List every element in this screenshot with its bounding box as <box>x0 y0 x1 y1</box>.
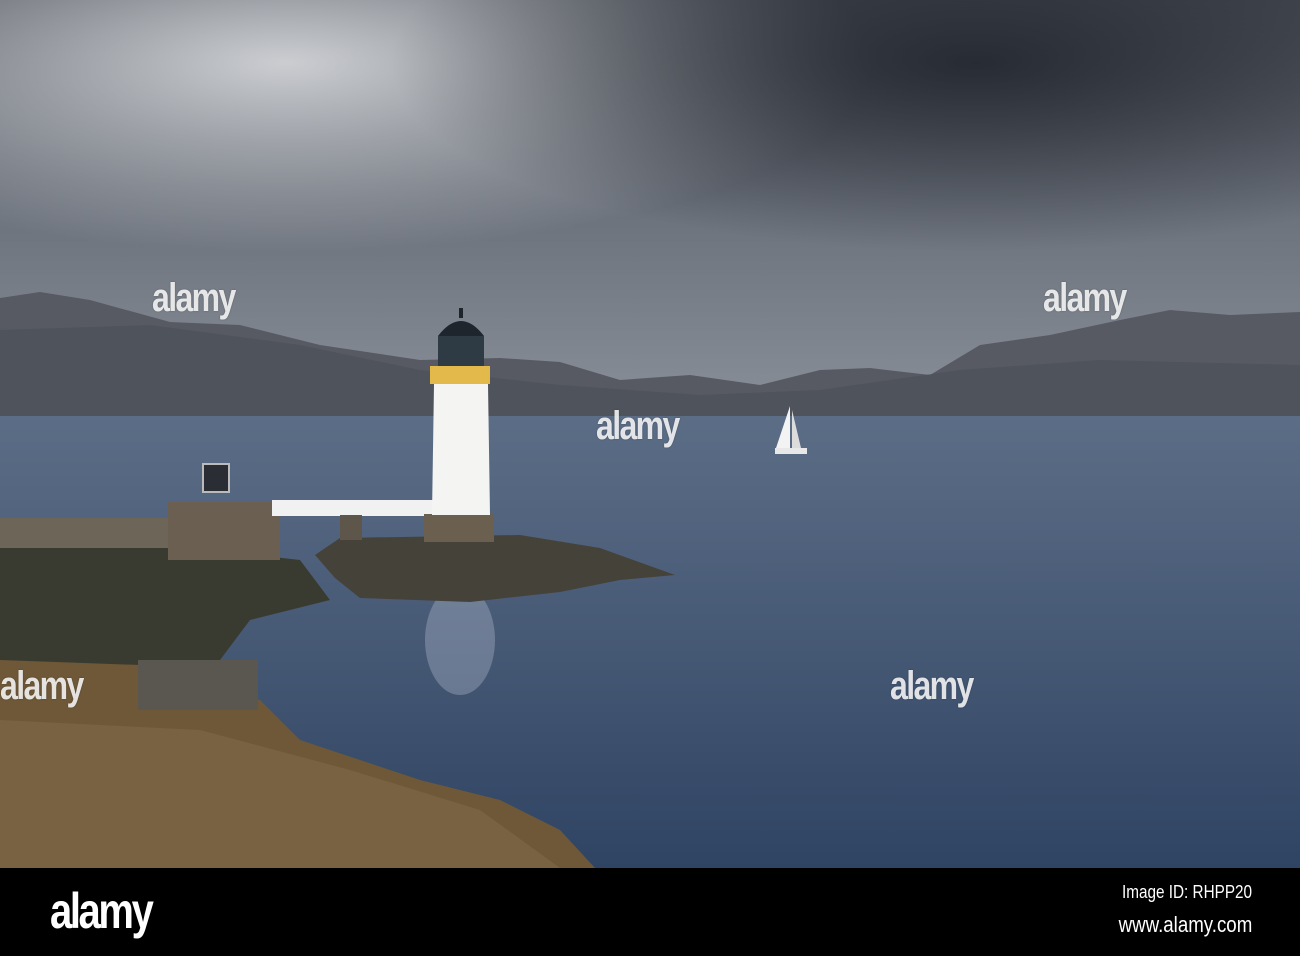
site-url: www.alamy.com <box>1118 912 1252 937</box>
stock-photo: alamy alamy alamy alamy alamy alamy Imag… <box>0 0 1300 956</box>
watermark: alamy <box>152 276 236 320</box>
pier-head <box>168 502 280 560</box>
image-id: Image ID: RHPP20 <box>1121 882 1252 902</box>
stone-ruin <box>138 660 258 710</box>
watermark: alamy <box>890 664 974 708</box>
watermark: alamy <box>0 664 84 708</box>
alamy-logo: alamy <box>50 883 154 939</box>
solar-panel <box>202 463 230 493</box>
watermark: alamy <box>1043 276 1127 320</box>
footer-bar: alamy Image ID: RHPP20 www.alamy.com <box>0 868 1300 956</box>
footbridge <box>272 500 434 516</box>
stone-pier <box>0 518 170 548</box>
watermark: alamy <box>596 404 680 448</box>
